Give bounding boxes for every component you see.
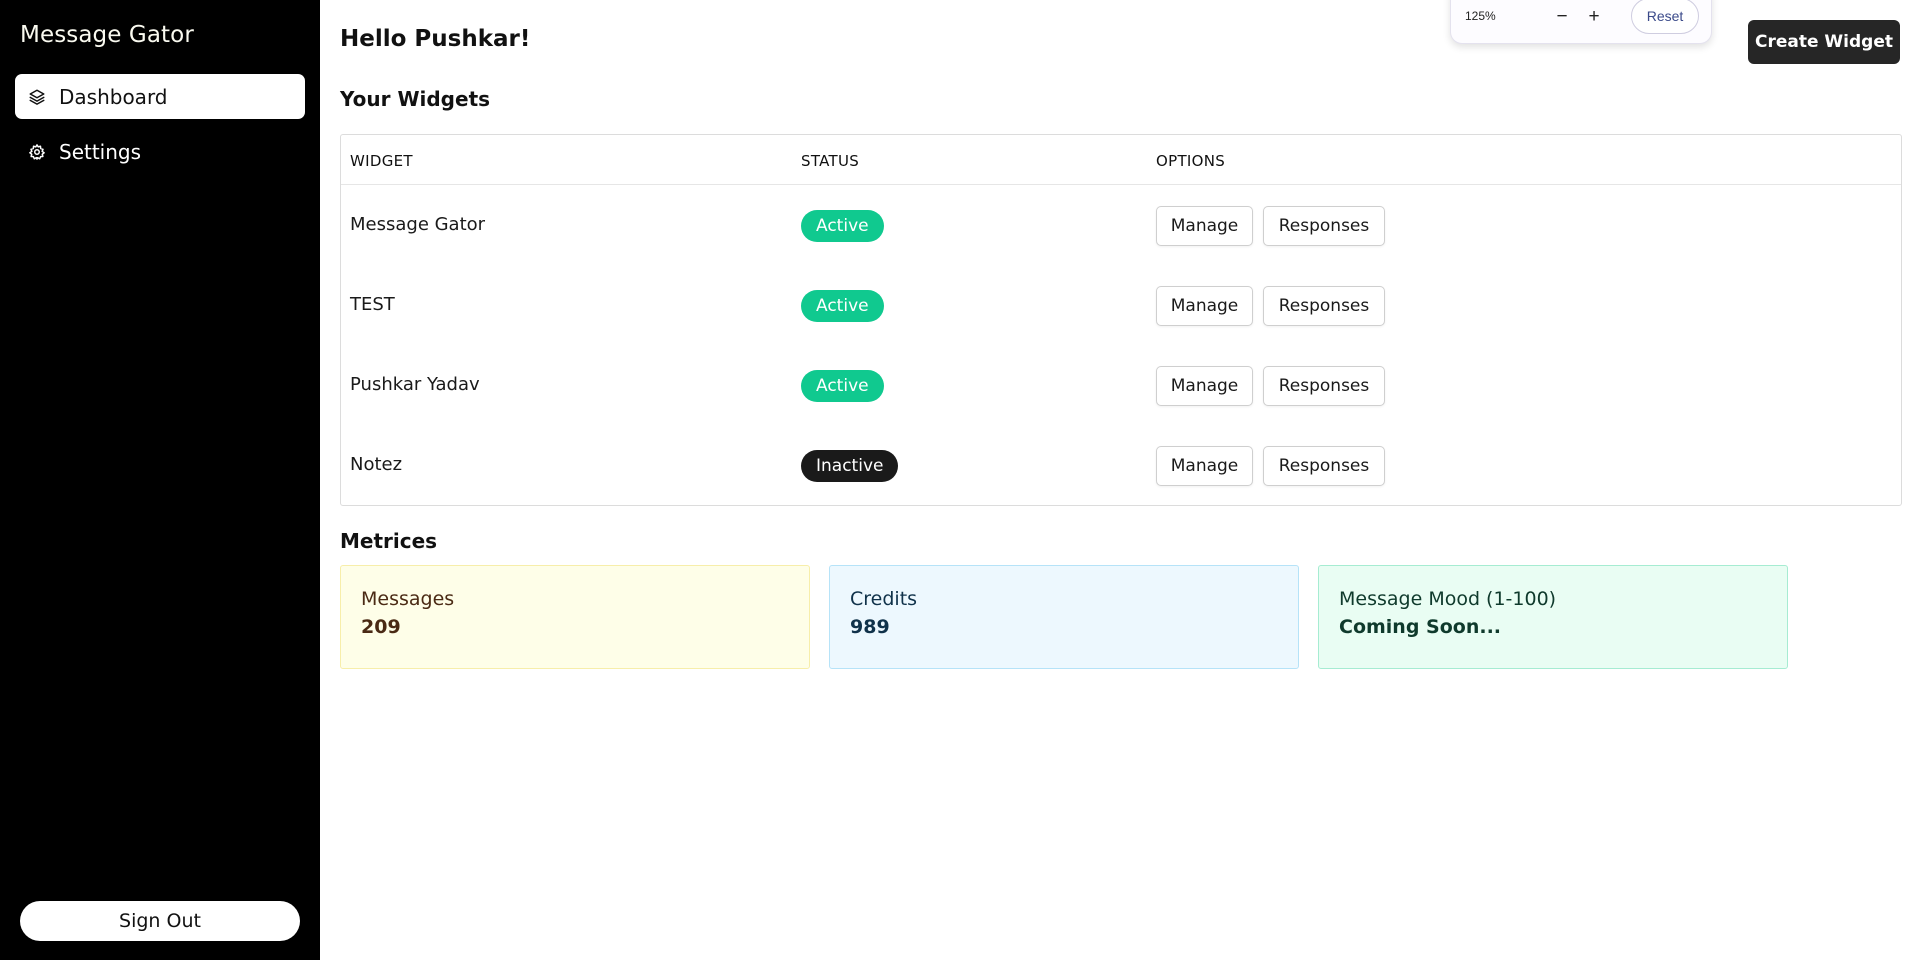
manage-button[interactable]: Manage bbox=[1156, 366, 1253, 406]
zoom-control: 125% − + Reset bbox=[1450, 0, 1712, 44]
create-widget-button[interactable]: Create Widget bbox=[1748, 20, 1900, 64]
zoom-reset-button[interactable]: Reset bbox=[1631, 0, 1699, 34]
metric-card-credits: Credits 989 bbox=[829, 565, 1299, 669]
manage-button[interactable]: Manage bbox=[1156, 206, 1253, 246]
sidebar-item-dashboard[interactable]: Dashboard bbox=[15, 74, 305, 119]
layers-icon bbox=[27, 87, 47, 107]
gear-icon bbox=[27, 142, 47, 162]
table-row: TEST Active Manage Responses bbox=[341, 266, 1901, 346]
zoom-out-button[interactable]: − bbox=[1551, 6, 1573, 28]
manage-button[interactable]: Manage bbox=[1156, 286, 1253, 326]
sidebar-item-settings[interactable]: Settings bbox=[15, 129, 305, 174]
metric-label: Messages bbox=[361, 588, 455, 610]
column-header-options: OPTIONS bbox=[1156, 152, 1226, 170]
sign-out-button[interactable]: Sign Out bbox=[20, 901, 300, 941]
metric-value: Coming Soon... bbox=[1339, 616, 1502, 638]
widget-name: Notez bbox=[350, 454, 403, 475]
page-title: Hello Pushkar! bbox=[340, 26, 531, 52]
table-row: Pushkar Yadav Active Manage Responses bbox=[341, 346, 1901, 426]
metric-label: Credits bbox=[850, 588, 918, 610]
status-badge: Active bbox=[801, 370, 884, 402]
column-header-status: STATUS bbox=[801, 152, 860, 170]
zoom-level: 125% bbox=[1465, 9, 1496, 23]
table-row: Notez Inactive Manage Responses bbox=[341, 426, 1901, 506]
column-header-widget: WIDGET bbox=[350, 152, 413, 170]
status-badge: Inactive bbox=[801, 450, 899, 482]
zoom-in-button[interactable]: + bbox=[1583, 6, 1605, 28]
responses-button[interactable]: Responses bbox=[1263, 366, 1385, 406]
widget-name: Message Gator bbox=[350, 214, 486, 235]
widget-name: Pushkar Yadav bbox=[350, 374, 480, 395]
widget-name: TEST bbox=[350, 294, 395, 315]
status-badge: Active bbox=[801, 290, 884, 322]
responses-button[interactable]: Responses bbox=[1263, 446, 1385, 486]
responses-button[interactable]: Responses bbox=[1263, 286, 1385, 326]
sidebar: Message Gator Dashboard Settings Sign Ou… bbox=[0, 0, 320, 960]
metric-value: 209 bbox=[361, 616, 401, 638]
metric-card-message-mood: Message Mood (1-100) Coming Soon... bbox=[1318, 565, 1788, 669]
responses-button[interactable]: Responses bbox=[1263, 206, 1385, 246]
brand-title: Message Gator bbox=[20, 22, 194, 48]
metric-label: Message Mood (1-100) bbox=[1339, 588, 1557, 610]
sidebar-item-label: Settings bbox=[59, 139, 142, 164]
widgets-section-title: Your Widgets bbox=[340, 87, 491, 111]
metric-value: 989 bbox=[850, 616, 890, 638]
main-content: Hello Pushkar! 125% − + Reset Create Wid… bbox=[320, 0, 1918, 960]
table-row: Message Gator Active Manage Responses bbox=[341, 186, 1901, 266]
sidebar-item-label: Dashboard bbox=[59, 84, 168, 109]
table-header: WIDGET STATUS OPTIONS bbox=[341, 135, 1901, 185]
widgets-table: WIDGET STATUS OPTIONS Message Gator Acti… bbox=[340, 134, 1902, 506]
status-badge: Active bbox=[801, 210, 884, 242]
manage-button[interactable]: Manage bbox=[1156, 446, 1253, 486]
metric-card-messages: Messages 209 bbox=[340, 565, 810, 669]
metrics-section-title: Metrices bbox=[340, 529, 438, 553]
